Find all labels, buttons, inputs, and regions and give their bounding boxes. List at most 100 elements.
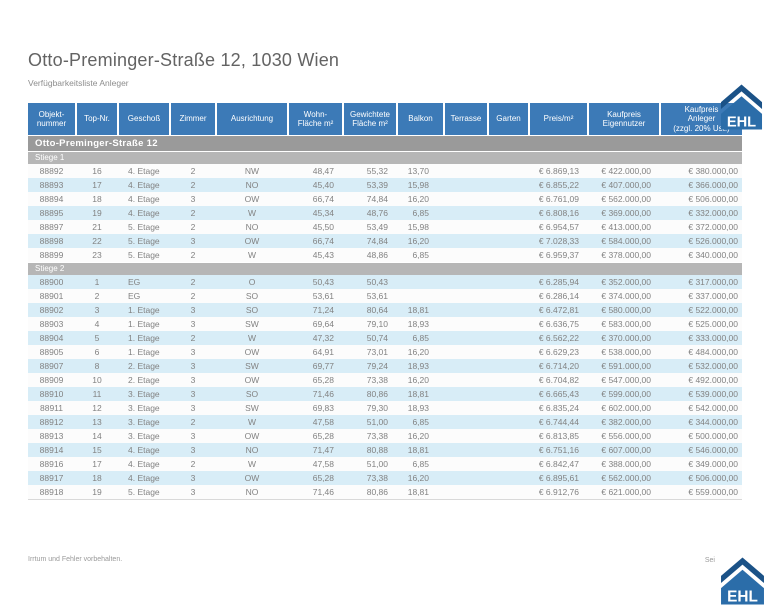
cell-wohnflaeche: 45,40 [289, 178, 342, 192]
cell-terrasse [445, 485, 487, 499]
cell-gewichtete-flaeche: 55,32 [344, 164, 396, 178]
cell-terrasse [445, 373, 487, 387]
cell-wohnflaeche: 50,43 [289, 275, 342, 289]
cell-kaufpreis-eigennutzer: € 584.000,00 [589, 234, 659, 248]
cell-kaufpreis-anleger: € 542.000,00 [661, 401, 742, 415]
cell-zimmer: 3 [171, 192, 215, 206]
cell-gewichtete-flaeche: 74,84 [344, 234, 396, 248]
page-title: Otto-Preminger-Straße 12, 1030 Wien [28, 50, 742, 71]
cell-preis-m2: € 6.285,94 [530, 275, 587, 289]
cell-gewichtete-flaeche: 80,88 [344, 443, 396, 457]
cell-objektnummer: 88909 [28, 373, 75, 387]
cell-geschoss: EG [119, 275, 169, 289]
cell-top-nr: 18 [77, 471, 117, 485]
cell-gewichtete-flaeche: 73,38 [344, 471, 396, 485]
cell-preis-m2: € 6.286,14 [530, 289, 587, 303]
cell-preis-m2: € 6.665,43 [530, 387, 587, 401]
cell-ausrichtung: SO [217, 387, 287, 401]
cell-wohnflaeche: 47,32 [289, 331, 342, 345]
cell-top-nr: 19 [77, 485, 117, 499]
cell-garten [489, 331, 528, 345]
cell-kaufpreis-anleger: € 340.000,00 [661, 248, 742, 262]
cell-geschoss: 4. Etage [119, 192, 169, 206]
cell-ausrichtung: W [217, 457, 287, 471]
cell-gewichtete-flaeche: 73,38 [344, 429, 396, 443]
cell-objektnummer: 88894 [28, 192, 75, 206]
cell-kaufpreis-eigennutzer: € 374.000,00 [589, 289, 659, 303]
cell-top-nr: 17 [77, 178, 117, 192]
cell-kaufpreis-eigennutzer: € 388.000,00 [589, 457, 659, 471]
cell-objektnummer: 88912 [28, 415, 75, 429]
cell-zimmer: 3 [171, 234, 215, 248]
cell-garten [489, 415, 528, 429]
cell-geschoss: 4. Etage [119, 206, 169, 220]
cell-objektnummer: 88918 [28, 485, 75, 499]
cell-preis-m2: € 6.472,81 [530, 303, 587, 317]
cell-objektnummer: 88895 [28, 206, 75, 220]
cell-kaufpreis-eigennutzer: € 556.000,00 [589, 429, 659, 443]
cell-balkon: 13,70 [398, 164, 443, 178]
cell-objektnummer: 88893 [28, 178, 75, 192]
table-row: 88912133. Etage2W47,5851,006,85€ 6.744,4… [28, 415, 742, 429]
cell-preis-m2: € 6.855,22 [530, 178, 587, 192]
cell-balkon: 16,20 [398, 192, 443, 206]
ehl-logo-bottom: EHL [720, 556, 765, 606]
cell-ausrichtung: OW [217, 429, 287, 443]
cell-geschoss: 4. Etage [119, 164, 169, 178]
cell-top-nr: 15 [77, 443, 117, 457]
table-row: 88894184. Etage3OW66,7474,8416,20€ 6.761… [28, 192, 742, 206]
cell-wohnflaeche: 71,24 [289, 303, 342, 317]
table-row: 8890782. Etage3SW69,7779,2418,93€ 6.714,… [28, 359, 742, 373]
cell-kaufpreis-anleger: € 522.000,00 [661, 303, 742, 317]
cell-top-nr: 21 [77, 220, 117, 234]
cell-preis-m2: € 6.808,16 [530, 206, 587, 220]
cell-garten [489, 303, 528, 317]
cell-garten [489, 429, 528, 443]
cell-ausrichtung: W [217, 331, 287, 345]
cell-top-nr: 14 [77, 429, 117, 443]
cell-ausrichtung: SO [217, 289, 287, 303]
cell-gewichtete-flaeche: 48,76 [344, 206, 396, 220]
cell-wohnflaeche: 47,58 [289, 415, 342, 429]
cell-terrasse [445, 234, 487, 248]
cell-gewichtete-flaeche: 73,01 [344, 345, 396, 359]
cell-balkon: 6,85 [398, 206, 443, 220]
cell-garten [489, 220, 528, 234]
column-header-balkon: Balkon [398, 103, 443, 135]
table-row: 88892164. Etage2NW48,4755,3213,70€ 6.869… [28, 164, 742, 178]
table-row: 88916174. Etage2W47,5851,006,85€ 6.842,4… [28, 457, 742, 471]
cell-kaufpreis-anleger: € 337.000,00 [661, 289, 742, 303]
cell-top-nr: 13 [77, 415, 117, 429]
cell-kaufpreis-anleger: € 484.000,00 [661, 345, 742, 359]
cell-preis-m2: € 6.629,23 [530, 345, 587, 359]
cell-wohnflaeche: 69,83 [289, 401, 342, 415]
ehl-house-icon: EHL [720, 83, 763, 131]
table-row: 88910113. Etage3SO71,4680,8618,81€ 6.665… [28, 387, 742, 401]
cell-gewichtete-flaeche: 79,10 [344, 317, 396, 331]
cell-preis-m2: € 6.813,85 [530, 429, 587, 443]
column-header-kaufpreis-eigennutzer: Kaufpreis Eigennutzer [589, 103, 659, 135]
cell-kaufpreis-anleger: € 525.000,00 [661, 317, 742, 331]
cell-objektnummer: 88911 [28, 401, 75, 415]
cell-garten [489, 359, 528, 373]
cell-kaufpreis-eigennutzer: € 547.000,00 [589, 373, 659, 387]
cell-geschoss: 5. Etage [119, 485, 169, 499]
cell-garten [489, 234, 528, 248]
cell-terrasse [445, 303, 487, 317]
cell-wohnflaeche: 53,61 [289, 289, 342, 303]
cell-objektnummer: 88916 [28, 457, 75, 471]
cell-preis-m2: € 6.959,37 [530, 248, 587, 262]
cell-wohnflaeche: 65,28 [289, 373, 342, 387]
cell-wohnflaeche: 64,91 [289, 345, 342, 359]
cell-objektnummer: 88914 [28, 443, 75, 457]
cell-top-nr: 8 [77, 359, 117, 373]
ehl-logo-text: EHL [727, 115, 756, 131]
cell-zimmer: 3 [171, 359, 215, 373]
cell-kaufpreis-anleger: € 506.000,00 [661, 471, 742, 485]
cell-ausrichtung: NO [217, 485, 287, 499]
cell-geschoss: 1. Etage [119, 345, 169, 359]
cell-garten [489, 457, 528, 471]
cell-zimmer: 2 [171, 415, 215, 429]
cell-top-nr: 6 [77, 345, 117, 359]
cell-wohnflaeche: 69,64 [289, 317, 342, 331]
